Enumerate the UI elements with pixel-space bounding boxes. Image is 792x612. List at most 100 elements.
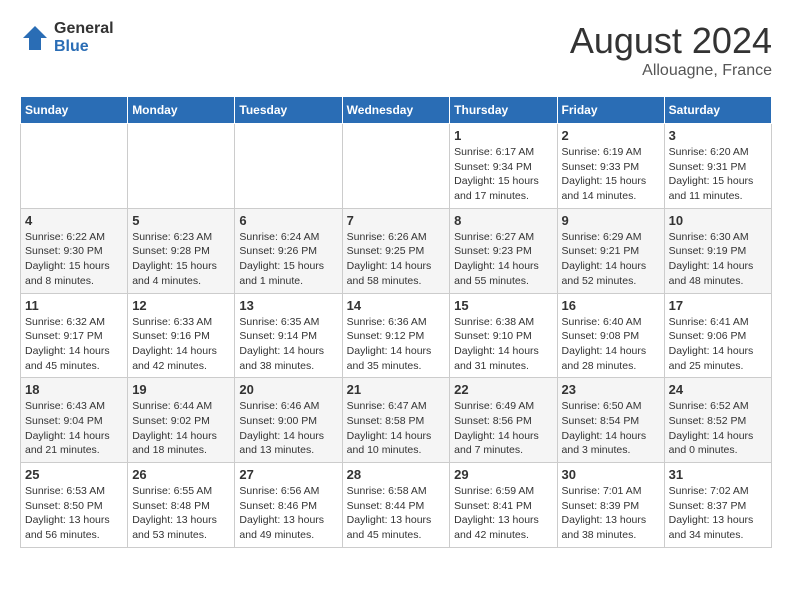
day-number: 14 bbox=[347, 298, 446, 313]
day-number: 4 bbox=[25, 213, 123, 228]
day-cell: 3 Sunrise: 6:20 AM Sunset: 9:31 PM Daylig… bbox=[664, 124, 771, 209]
day-info: Sunrise: 6:41 AM Sunset: 9:06 PM Dayligh… bbox=[669, 315, 767, 374]
day-cell: 23 Sunrise: 6:50 AM Sunset: 8:54 PM Dayli… bbox=[557, 378, 664, 463]
location: Allouagne, France bbox=[570, 62, 772, 80]
day-info: Sunrise: 6:30 AM Sunset: 9:19 PM Dayligh… bbox=[669, 230, 767, 289]
week-row-4: 18 Sunrise: 6:43 AM Sunset: 9:04 PM Dayli… bbox=[21, 378, 772, 463]
day-cell: 29Sunrise: 6:59 AM Sunset: 8:41 PM Dayli… bbox=[450, 463, 557, 548]
week-row-5: 25Sunrise: 6:53 AM Sunset: 8:50 PM Dayli… bbox=[21, 463, 772, 548]
day-info: Sunrise: 6:36 AM Sunset: 9:12 PM Dayligh… bbox=[347, 315, 446, 374]
day-cell: 20 Sunrise: 6:46 AM Sunset: 9:00 PM Dayli… bbox=[235, 378, 342, 463]
day-number: 21 bbox=[347, 382, 446, 397]
day-info: Sunrise: 6:19 AM Sunset: 9:33 PM Dayligh… bbox=[562, 145, 660, 204]
day-info: Sunrise: 6:33 AM Sunset: 9:16 PM Dayligh… bbox=[132, 315, 230, 374]
day-number: 10 bbox=[669, 213, 767, 228]
day-info: Sunrise: 6:56 AM Sunset: 8:46 PM Dayligh… bbox=[239, 484, 337, 543]
day-info: Sunrise: 6:44 AM Sunset: 9:02 PM Dayligh… bbox=[132, 399, 230, 458]
logo-text: General Blue bbox=[54, 20, 114, 55]
day-info: Sunrise: 6:35 AM Sunset: 9:14 PM Dayligh… bbox=[239, 315, 337, 374]
day-number: 11 bbox=[25, 298, 123, 313]
day-cell: 14 Sunrise: 6:36 AM Sunset: 9:12 PM Dayli… bbox=[342, 293, 450, 378]
day-info: Sunrise: 6:40 AM Sunset: 9:08 PM Dayligh… bbox=[562, 315, 660, 374]
day-number: 9 bbox=[562, 213, 660, 228]
day-cell: 25Sunrise: 6:53 AM Sunset: 8:50 PM Dayli… bbox=[21, 463, 128, 548]
month-year: August 2024 bbox=[570, 20, 772, 62]
day-cell: 24 Sunrise: 6:52 AM Sunset: 8:52 PM Dayli… bbox=[664, 378, 771, 463]
day-number: 26 bbox=[132, 467, 230, 482]
day-info: Sunrise: 7:01 AM Sunset: 8:39 PM Dayligh… bbox=[562, 484, 660, 543]
day-number: 18 bbox=[25, 382, 123, 397]
day-info: Sunrise: 6:23 AM Sunset: 9:28 PM Dayligh… bbox=[132, 230, 230, 289]
day-cell: 31 Sunrise: 7:02 AM Sunset: 8:37 PM Dayli… bbox=[664, 463, 771, 548]
logo: General Blue bbox=[20, 20, 114, 55]
day-number: 7 bbox=[347, 213, 446, 228]
day-info: Sunrise: 6:17 AM Sunset: 9:34 PM Dayligh… bbox=[454, 145, 552, 204]
day-number: 31 bbox=[669, 467, 767, 482]
day-info: Sunrise: 6:29 AM Sunset: 9:21 PM Dayligh… bbox=[562, 230, 660, 289]
day-cell: 7 Sunrise: 6:26 AM Sunset: 9:25 PM Daylig… bbox=[342, 208, 450, 293]
day-number: 23 bbox=[562, 382, 660, 397]
calendar-header: SundayMondayTuesdayWednesdayThursdayFrid… bbox=[21, 97, 772, 124]
day-cell: 2 Sunrise: 6:19 AM Sunset: 9:33 PM Daylig… bbox=[557, 124, 664, 209]
day-cell bbox=[128, 124, 235, 209]
header-monday: Monday bbox=[128, 97, 235, 124]
day-info: Sunrise: 6:24 AM Sunset: 9:26 PM Dayligh… bbox=[239, 230, 337, 289]
day-number: 19 bbox=[132, 382, 230, 397]
header: General Blue August 2024 Allouagne, Fran… bbox=[20, 20, 772, 80]
day-info: Sunrise: 6:20 AM Sunset: 9:31 PM Dayligh… bbox=[669, 145, 767, 204]
day-info: Sunrise: 6:32 AM Sunset: 9:17 PM Dayligh… bbox=[25, 315, 123, 374]
header-friday: Friday bbox=[557, 97, 664, 124]
day-cell: 16Sunrise: 6:40 AM Sunset: 9:08 PM Dayli… bbox=[557, 293, 664, 378]
day-info: Sunrise: 6:46 AM Sunset: 9:00 PM Dayligh… bbox=[239, 399, 337, 458]
day-info: Sunrise: 6:43 AM Sunset: 9:04 PM Dayligh… bbox=[25, 399, 123, 458]
day-cell: 6 Sunrise: 6:24 AM Sunset: 9:26 PM Daylig… bbox=[235, 208, 342, 293]
logo-blue: Blue bbox=[54, 38, 114, 56]
day-info: Sunrise: 6:50 AM Sunset: 8:54 PM Dayligh… bbox=[562, 399, 660, 458]
day-info: Sunrise: 6:38 AM Sunset: 9:10 PM Dayligh… bbox=[454, 315, 552, 374]
logo-icon bbox=[20, 23, 50, 53]
header-wednesday: Wednesday bbox=[342, 97, 450, 124]
day-cell: 27Sunrise: 6:56 AM Sunset: 8:46 PM Dayli… bbox=[235, 463, 342, 548]
day-info: Sunrise: 6:58 AM Sunset: 8:44 PM Dayligh… bbox=[347, 484, 446, 543]
day-number: 5 bbox=[132, 213, 230, 228]
day-cell: 1 Sunrise: 6:17 AM Sunset: 9:34 PM Daylig… bbox=[450, 124, 557, 209]
day-number: 13 bbox=[239, 298, 337, 313]
day-cell: 17Sunrise: 6:41 AM Sunset: 9:06 PM Dayli… bbox=[664, 293, 771, 378]
day-number: 8 bbox=[454, 213, 552, 228]
day-number: 29 bbox=[454, 467, 552, 482]
day-cell: 12Sunrise: 6:33 AM Sunset: 9:16 PM Dayli… bbox=[128, 293, 235, 378]
day-cell: 30 Sunrise: 7:01 AM Sunset: 8:39 PM Dayli… bbox=[557, 463, 664, 548]
day-info: Sunrise: 6:47 AM Sunset: 8:58 PM Dayligh… bbox=[347, 399, 446, 458]
day-number: 20 bbox=[239, 382, 337, 397]
day-info: Sunrise: 6:27 AM Sunset: 9:23 PM Dayligh… bbox=[454, 230, 552, 289]
day-cell: 9 Sunrise: 6:29 AM Sunset: 9:21 PM Daylig… bbox=[557, 208, 664, 293]
day-number: 30 bbox=[562, 467, 660, 482]
title-area: August 2024 Allouagne, France bbox=[570, 20, 772, 80]
day-number: 6 bbox=[239, 213, 337, 228]
day-info: Sunrise: 6:53 AM Sunset: 8:50 PM Dayligh… bbox=[25, 484, 123, 543]
day-cell: 13 Sunrise: 6:35 AM Sunset: 9:14 PM Dayli… bbox=[235, 293, 342, 378]
day-cell: 5 Sunrise: 6:23 AM Sunset: 9:28 PM Daylig… bbox=[128, 208, 235, 293]
day-cell: 11 Sunrise: 6:32 AM Sunset: 9:17 PM Dayli… bbox=[21, 293, 128, 378]
day-info: Sunrise: 6:49 AM Sunset: 8:56 PM Dayligh… bbox=[454, 399, 552, 458]
day-number: 1 bbox=[454, 128, 552, 143]
day-info: Sunrise: 6:52 AM Sunset: 8:52 PM Dayligh… bbox=[669, 399, 767, 458]
day-cell: 18 Sunrise: 6:43 AM Sunset: 9:04 PM Dayli… bbox=[21, 378, 128, 463]
week-row-3: 11 Sunrise: 6:32 AM Sunset: 9:17 PM Dayli… bbox=[21, 293, 772, 378]
day-cell: 8 Sunrise: 6:27 AM Sunset: 9:23 PM Daylig… bbox=[450, 208, 557, 293]
header-saturday: Saturday bbox=[664, 97, 771, 124]
header-thursday: Thursday bbox=[450, 97, 557, 124]
day-info: Sunrise: 6:22 AM Sunset: 9:30 PM Dayligh… bbox=[25, 230, 123, 289]
day-number: 2 bbox=[562, 128, 660, 143]
day-cell bbox=[342, 124, 450, 209]
day-cell: 10 Sunrise: 6:30 AM Sunset: 9:19 PM Dayli… bbox=[664, 208, 771, 293]
calendar-table: SundayMondayTuesdayWednesdayThursdayFrid… bbox=[20, 96, 772, 548]
day-cell: 22Sunrise: 6:49 AM Sunset: 8:56 PM Dayli… bbox=[450, 378, 557, 463]
day-cell: 21 Sunrise: 6:47 AM Sunset: 8:58 PM Dayli… bbox=[342, 378, 450, 463]
week-row-2: 4 Sunrise: 6:22 AM Sunset: 9:30 PM Daylig… bbox=[21, 208, 772, 293]
day-info: Sunrise: 6:26 AM Sunset: 9:25 PM Dayligh… bbox=[347, 230, 446, 289]
day-number: 3 bbox=[669, 128, 767, 143]
day-number: 24 bbox=[669, 382, 767, 397]
day-info: Sunrise: 7:02 AM Sunset: 8:37 PM Dayligh… bbox=[669, 484, 767, 543]
day-number: 28 bbox=[347, 467, 446, 482]
